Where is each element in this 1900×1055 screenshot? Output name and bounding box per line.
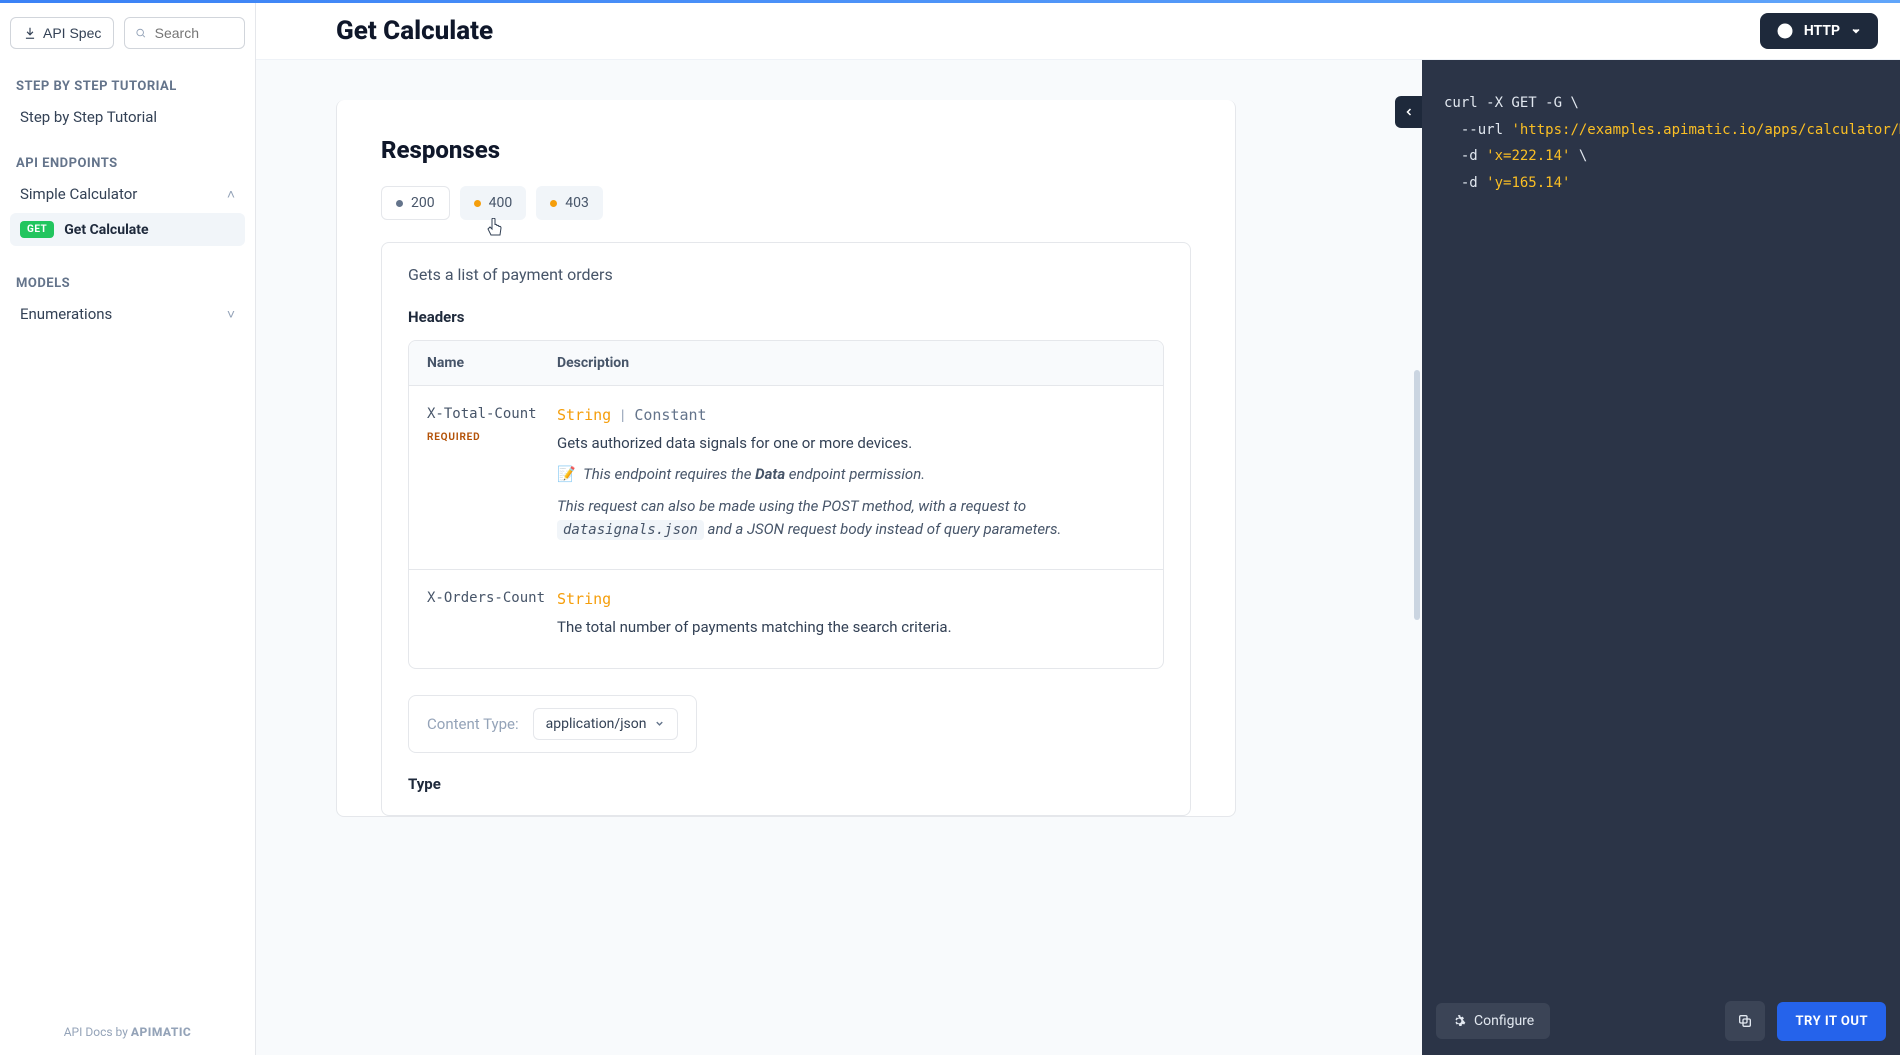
responses-heading: Responses bbox=[381, 136, 1191, 164]
gear-icon bbox=[1452, 1014, 1466, 1028]
status-dot-icon bbox=[550, 200, 557, 207]
code-pane: curl -X GET -G \ --url 'https://examples… bbox=[1422, 60, 1900, 1055]
sidebar: API Spec STEP BY STEP TUTORIAL Step by S… bbox=[0, 3, 256, 1055]
header: Get Calculate HTTP bbox=[256, 3, 1900, 60]
sidebar-endpoint-get-calculate[interactable]: GET Get Calculate bbox=[10, 213, 245, 246]
header-desc: The total number of payments matching th… bbox=[557, 616, 1145, 639]
inline-code: datasignals.json bbox=[557, 520, 704, 540]
response-tabs: 200 400 403 bbox=[381, 186, 1191, 220]
table-row: X-Orders-Count String The total number o… bbox=[409, 570, 1163, 667]
sidebar-heading-models: MODELS bbox=[10, 268, 245, 297]
doc-pane: Responses 200 400 bbox=[256, 60, 1422, 1055]
protocol-label: HTTP bbox=[1804, 23, 1840, 39]
response-tab-403[interactable]: 403 bbox=[536, 186, 603, 220]
sidebar-item-label: Enumerations bbox=[20, 305, 112, 323]
chevron-down-icon bbox=[654, 718, 665, 729]
chevron-up-icon: ˄ bbox=[227, 186, 235, 203]
configure-button[interactable]: Configure bbox=[1436, 1003, 1550, 1039]
endpoint-label: Get Calculate bbox=[64, 222, 148, 238]
sidebar-group-calculator[interactable]: Simple Calculator ˄ bbox=[10, 177, 245, 211]
globe-icon bbox=[1776, 22, 1794, 40]
responses-card: Responses 200 400 bbox=[336, 100, 1236, 817]
header-name: X-Total-Count bbox=[427, 406, 557, 422]
sidebar-heading-tutorial: STEP BY STEP TUTORIAL bbox=[10, 71, 245, 100]
response-body: Gets a list of payment orders Headers Na… bbox=[381, 242, 1191, 816]
sidebar-item-label: Step by Step Tutorial bbox=[20, 108, 157, 126]
content-type-label: Content Type: bbox=[427, 715, 519, 733]
required-badge: REQUIRED bbox=[427, 432, 480, 443]
header-desc: Gets authorized data signals for one or … bbox=[557, 432, 1145, 455]
protocol-select[interactable]: HTTP bbox=[1760, 13, 1878, 49]
cursor-pointer-icon bbox=[487, 218, 503, 238]
sidebar-item-label: Simple Calculator bbox=[20, 185, 137, 203]
sidebar-footer: API Docs by APIMATIC bbox=[10, 1009, 245, 1055]
content-type-row: Content Type: application/json bbox=[408, 695, 697, 753]
sidebar-item-tutorial[interactable]: Step by Step Tutorial bbox=[10, 100, 245, 134]
headers-table: Name Description X-Total-Count REQUIRED bbox=[408, 340, 1164, 669]
code-sample: curl -X GET -G \ --url 'https://examples… bbox=[1422, 60, 1900, 987]
note-icon: 📝 bbox=[557, 465, 576, 483]
chevron-down-icon: ˅ bbox=[227, 306, 235, 323]
constant-label: Constant bbox=[634, 406, 706, 424]
method-badge: GET bbox=[20, 221, 54, 238]
response-tab-400[interactable]: 400 bbox=[460, 186, 527, 220]
copy-icon bbox=[1737, 1013, 1753, 1029]
code-footer: Configure TRY IT OUT bbox=[1422, 987, 1900, 1055]
response-description: Gets a list of payment orders bbox=[408, 265, 1164, 284]
chevron-down-icon bbox=[1850, 25, 1862, 37]
headers-heading: Headers bbox=[408, 308, 1164, 326]
api-spec-button[interactable]: API Spec bbox=[10, 17, 114, 49]
type-section-label: Type bbox=[408, 775, 1164, 793]
search-input[interactable] bbox=[155, 25, 234, 41]
status-dot-icon bbox=[396, 200, 403, 207]
api-spec-label: API Spec bbox=[43, 25, 101, 41]
download-icon bbox=[23, 26, 37, 40]
col-desc-header: Description bbox=[557, 355, 1145, 371]
page-title: Get Calculate bbox=[278, 16, 493, 46]
col-name-header: Name bbox=[427, 355, 557, 371]
copy-button[interactable] bbox=[1725, 1001, 1765, 1041]
search-icon bbox=[135, 26, 146, 40]
type-label: String bbox=[557, 406, 611, 424]
table-row: X-Total-Count REQUIRED String | Constant bbox=[409, 386, 1163, 570]
sidebar-heading-endpoints: API ENDPOINTS bbox=[10, 148, 245, 177]
content-type-select[interactable]: application/json bbox=[533, 708, 679, 740]
sidebar-item-enumerations[interactable]: Enumerations ˅ bbox=[10, 297, 245, 331]
try-it-out-button[interactable]: TRY IT OUT bbox=[1777, 1002, 1886, 1041]
table-header-row: Name Description bbox=[409, 341, 1163, 386]
separator: | bbox=[621, 406, 625, 424]
search-input-wrapper[interactable] bbox=[124, 17, 245, 49]
header-name: X-Orders-Count bbox=[427, 590, 557, 606]
type-label: String bbox=[557, 590, 611, 608]
response-tab-200[interactable]: 200 bbox=[381, 186, 450, 220]
status-dot-icon bbox=[474, 200, 481, 207]
